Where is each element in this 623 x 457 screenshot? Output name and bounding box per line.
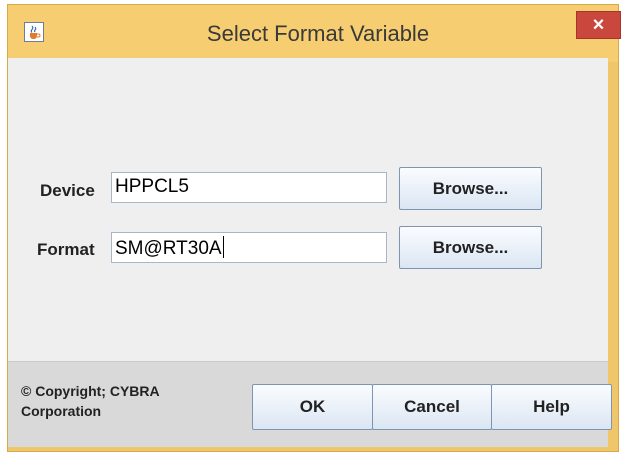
device-input-value: HPPCL5 [115,176,189,197]
ok-button[interactable]: OK [252,384,373,430]
copyright-line-2: Corporation [21,403,102,419]
close-icon: × [592,14,605,36]
cancel-button[interactable]: Cancel [372,384,492,430]
device-input[interactable]: HPPCL5 [111,172,387,203]
device-label: Device [40,181,95,200]
text-caret [222,236,224,258]
window-title: Select Format Variable [206,21,430,46]
copyright-line-1: © Copyright; CYBRA [21,383,160,399]
title-bar[interactable]: Select Format Variable [8,5,618,62]
format-browse-button[interactable]: Browse... [399,226,542,269]
format-input-value: SM@RT30A [115,238,222,259]
help-button[interactable]: Help [491,384,612,430]
device-browse-button[interactable]: Browse... [399,167,542,210]
format-input[interactable]: SM@RT30A [111,232,387,263]
copyright-text: © Copyright; CYBRA Corporation [21,381,211,421]
format-label: Format [37,240,95,259]
close-button[interactable]: × [576,11,621,39]
